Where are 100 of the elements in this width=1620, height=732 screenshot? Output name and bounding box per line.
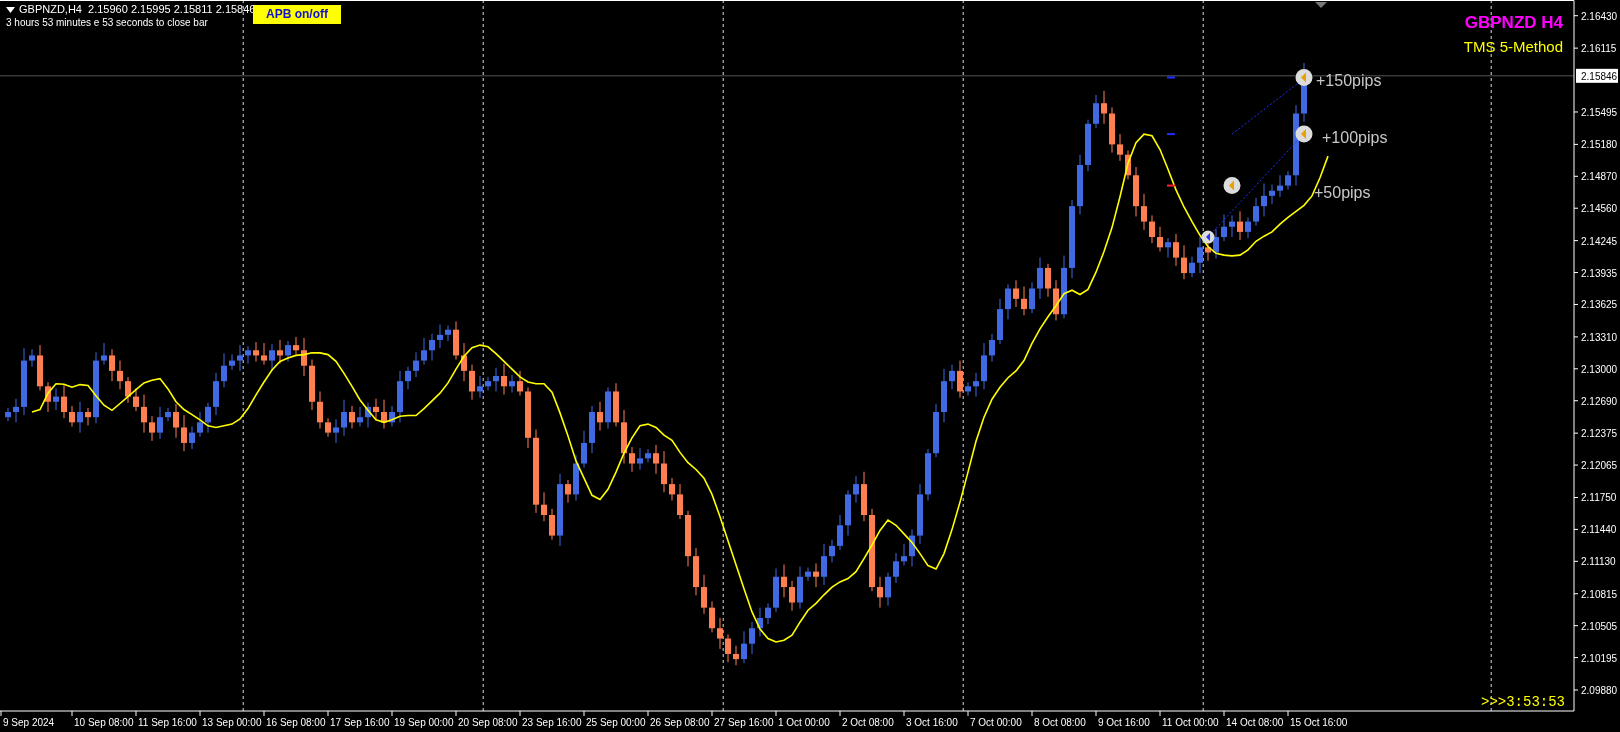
apb-toggle-button[interactable]: APB on/off <box>253 5 341 24</box>
candle <box>301 337 307 377</box>
candle <box>141 394 147 434</box>
candle <box>173 403 179 439</box>
target-marker-icon <box>1295 68 1313 86</box>
candle <box>1117 133 1123 162</box>
candle <box>53 387 59 411</box>
candle <box>861 471 867 522</box>
candle <box>669 477 675 502</box>
candle <box>981 342 987 390</box>
candle <box>213 372 219 416</box>
candle <box>693 547 699 596</box>
dropdown-icon[interactable] <box>6 6 15 13</box>
candle <box>261 342 267 366</box>
candle <box>773 568 779 613</box>
candle <box>1165 237 1171 259</box>
candle <box>741 630 747 664</box>
candle <box>917 483 923 545</box>
candle <box>77 401 83 434</box>
candle <box>125 376 131 404</box>
time-label: 14 Oct 08:00 <box>1226 717 1284 728</box>
candle <box>1277 174 1283 198</box>
candle <box>797 565 803 610</box>
price-label: 2.12690 <box>1581 395 1618 407</box>
candle <box>549 508 555 541</box>
candle <box>1205 242 1211 262</box>
candle <box>653 444 659 475</box>
time-label: 17 Sep 16:00 <box>330 717 390 728</box>
price-label: 2.12375 <box>1581 428 1618 440</box>
candle <box>221 352 227 388</box>
candle <box>965 381 971 397</box>
time-label: 10 Sep 08:00 <box>74 717 134 728</box>
time-label: 16 Sep 08:00 <box>266 717 326 728</box>
candle <box>197 411 203 438</box>
candle <box>821 543 827 586</box>
time-label: 8 Oct 08:00 <box>1034 717 1086 728</box>
time-label: 11 Sep 16:00 <box>138 717 197 728</box>
candle <box>373 398 379 421</box>
candle <box>781 563 787 598</box>
candle <box>445 325 451 342</box>
chart-shift-icon[interactable] <box>1315 2 1327 8</box>
candle <box>573 454 579 502</box>
candle <box>405 366 411 390</box>
target-line <box>1231 81 1300 135</box>
time-label: 15 Oct 16:00 <box>1290 717 1348 728</box>
candle <box>381 399 387 429</box>
candle <box>333 418 339 444</box>
candle <box>133 387 139 412</box>
candle <box>117 360 123 390</box>
candle <box>1133 166 1139 217</box>
candle <box>69 405 75 427</box>
candle <box>229 353 235 371</box>
candle <box>813 562 819 588</box>
candle <box>1125 150 1131 180</box>
candle <box>717 617 723 650</box>
candle <box>269 343 275 372</box>
candle <box>613 382 619 427</box>
candle <box>61 383 67 419</box>
candle <box>85 407 91 426</box>
time-label: 9 Oct 16:00 <box>1098 717 1150 728</box>
candle <box>181 414 187 452</box>
candle <box>501 363 507 396</box>
candle <box>581 430 587 469</box>
candle <box>853 475 859 504</box>
candle <box>589 405 595 454</box>
candle <box>189 425 195 450</box>
candle <box>645 448 651 463</box>
price-label: 2.15495 <box>1581 106 1618 118</box>
price-label: 2.13310 <box>1581 331 1618 343</box>
candle <box>365 402 371 428</box>
candle <box>1037 257 1043 300</box>
price-label: 2.15180 <box>1581 139 1618 151</box>
time-label: 19 Sep 00:00 <box>394 717 454 728</box>
time-label: 9 Sep 2024 <box>3 717 55 728</box>
time-label: 26 Sep 08:00 <box>650 717 710 728</box>
target-level-mark <box>1166 184 1176 187</box>
target-marker-icon <box>1295 125 1313 143</box>
candle <box>597 401 603 432</box>
candle <box>893 552 899 584</box>
time-label: 25 Sep 00:00 <box>586 717 646 728</box>
candle <box>517 370 523 397</box>
time-label: 27 Sep 16:00 <box>714 717 774 728</box>
price-label: 2.14560 <box>1581 203 1618 215</box>
candle <box>933 403 939 458</box>
candle <box>1149 214 1155 244</box>
candle <box>1157 226 1163 252</box>
candle <box>1213 228 1219 260</box>
candle <box>909 528 915 567</box>
candle <box>45 381 51 413</box>
candle <box>5 407 11 422</box>
symbol-title: GBPNZD H4 <box>1464 13 1563 33</box>
candle <box>253 341 259 363</box>
candle <box>1229 214 1235 238</box>
candle <box>341 399 347 437</box>
candle <box>309 359 315 411</box>
candle <box>1253 197 1259 227</box>
target-level-mark <box>1166 133 1176 136</box>
candle <box>325 417 331 438</box>
candle <box>1173 233 1179 267</box>
candle <box>1045 263 1051 298</box>
